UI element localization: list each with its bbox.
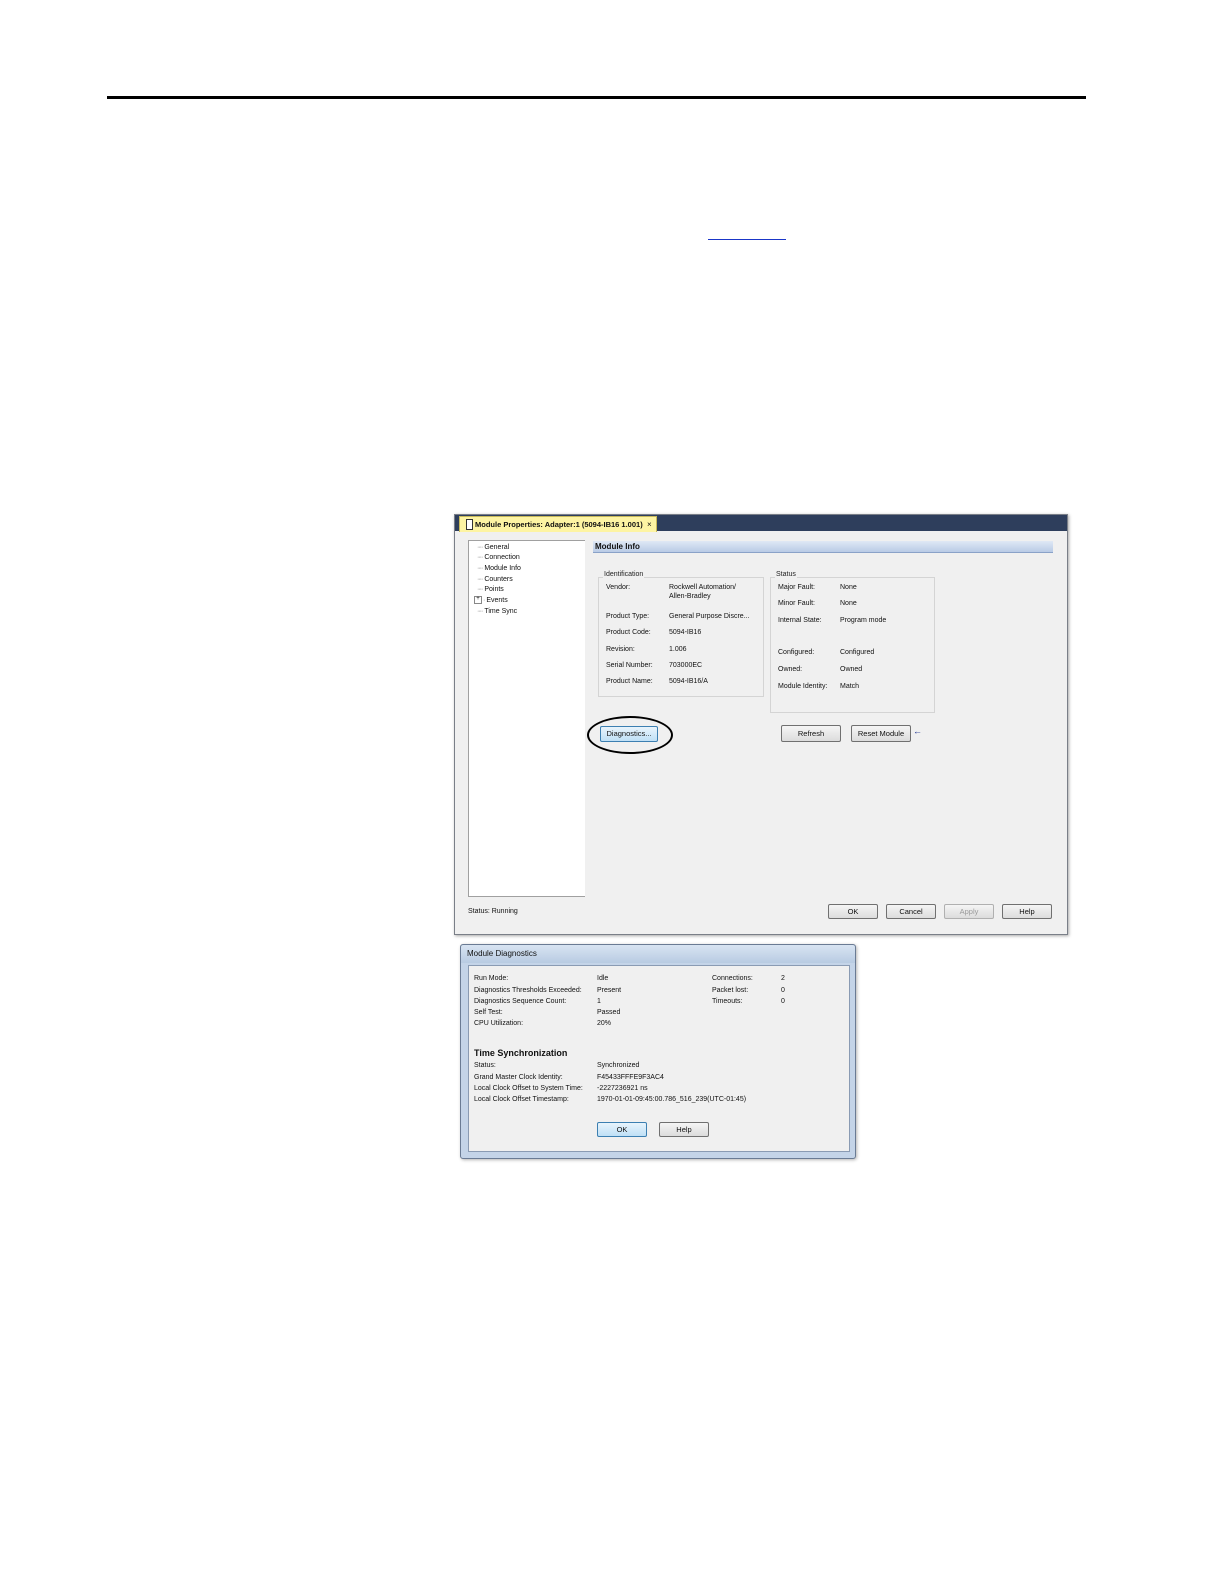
tree-line-icon: ···· bbox=[477, 565, 483, 572]
tree-item-events[interactable]: + · Events bbox=[474, 596, 508, 606]
clock-offset-label: Local Clock Offset to System Time: bbox=[474, 1085, 583, 1092]
sync-status-value: Synchronized bbox=[597, 1062, 640, 1069]
time-sync-heading: Time Synchronization bbox=[474, 1048, 568, 1058]
grand-master-value: F45433FFFE9F3AC4 bbox=[597, 1074, 664, 1081]
tree-item-points[interactable]: ···· Points bbox=[477, 585, 504, 595]
document-link-underline[interactable] bbox=[708, 225, 786, 240]
run-mode-label: Run Mode: bbox=[474, 975, 509, 982]
identification-group-label: Identification bbox=[603, 571, 645, 579]
reset-module-button[interactable]: Reset Module bbox=[851, 725, 911, 742]
thresholds-exceeded-value: Present bbox=[597, 987, 622, 994]
tree-item-label: Module Info bbox=[484, 565, 521, 572]
offset-timestamp-value: 1970-01-01-09:45:00.786_516_239(UTC-01:4… bbox=[597, 1096, 747, 1103]
owned-value: Owned bbox=[840, 666, 863, 673]
tree-item-module-info[interactable]: ···· Module Info bbox=[477, 564, 521, 574]
sync-status-label: Status: bbox=[474, 1062, 496, 1069]
packet-lost-label: Packet lost: bbox=[712, 987, 749, 994]
owned-label: Owned: bbox=[778, 666, 803, 673]
expand-plus-icon[interactable]: + bbox=[474, 596, 482, 605]
diagnostics-title: Module Diagnostics bbox=[467, 949, 537, 958]
module-identity-value: Match bbox=[840, 683, 860, 690]
section-title: Module Info bbox=[593, 541, 1053, 553]
grand-master-label: Grand Master Clock Identity: bbox=[474, 1074, 563, 1081]
tree-item-connection[interactable]: ···· Connection bbox=[477, 553, 520, 563]
product-type-value: General Purpose Discre... bbox=[669, 613, 750, 620]
self-test-value: Passed bbox=[597, 1009, 621, 1016]
tree-item-general[interactable]: ···· General bbox=[477, 543, 509, 553]
tree-line-icon: ···· bbox=[477, 608, 483, 615]
module-identity-label: Module Identity: bbox=[778, 683, 828, 690]
configured-value: Configured bbox=[840, 649, 875, 656]
serial-number-label: Serial Number: bbox=[606, 662, 653, 669]
module-properties-tab[interactable]: Module Properties: Adapter:1 (5094-IB16 … bbox=[459, 516, 657, 532]
status-group bbox=[770, 577, 935, 713]
sequence-count-label: Diagnostics Sequence Count: bbox=[474, 998, 567, 1005]
configured-label: Configured: bbox=[778, 649, 815, 656]
page-header-rule bbox=[107, 96, 1086, 99]
product-name-value: 5094-IB16/A bbox=[669, 678, 708, 685]
tree-item-label: General bbox=[484, 544, 510, 551]
minor-fault-label: Minor Fault: bbox=[778, 600, 815, 607]
clock-offset-value: -2227236921 ns bbox=[597, 1085, 648, 1092]
tree-item-label: Points bbox=[484, 586, 504, 593]
timeouts-label: Timeouts: bbox=[712, 998, 743, 1005]
module-properties-window: Module Properties: Adapter:1 (5094-IB16 … bbox=[454, 514, 1068, 935]
revision-label: Revision: bbox=[606, 646, 635, 653]
close-icon[interactable]: × bbox=[647, 517, 652, 532]
connections-value: 2 bbox=[781, 975, 785, 982]
major-fault-label: Major Fault: bbox=[778, 584, 815, 591]
thresholds-exceeded-label: Diagnostics Thresholds Exceeded: bbox=[474, 987, 582, 994]
diagnostics-ok-button[interactable]: OK bbox=[597, 1122, 647, 1137]
window-titlebar: Module Properties: Adapter:1 (5094-IB16 … bbox=[455, 515, 1067, 532]
internal-state-label: Internal State: bbox=[778, 617, 822, 624]
sequence-count-value: 1 bbox=[597, 998, 601, 1005]
apply-button[interactable]: Apply bbox=[944, 904, 994, 919]
major-fault-value: None bbox=[840, 584, 857, 591]
product-code-value: 5094-IB16 bbox=[669, 629, 702, 636]
tree-line-icon: ···· bbox=[477, 544, 483, 551]
connections-label: Connections: bbox=[712, 975, 753, 982]
module-icon bbox=[466, 519, 473, 530]
self-test-label: Self Test: bbox=[474, 1009, 503, 1016]
tree-item-label: Time Sync bbox=[484, 608, 518, 615]
vendor-label: Vendor: bbox=[606, 584, 631, 591]
packet-lost-value: 0 bbox=[781, 987, 785, 994]
tree-line-icon: ···· bbox=[477, 586, 483, 593]
product-code-label: Product Code: bbox=[606, 629, 651, 636]
arrow-left-icon: ← bbox=[913, 726, 922, 736]
serial-number-value: 703000EC bbox=[669, 662, 703, 669]
cpu-utilization-value: 20% bbox=[597, 1020, 612, 1027]
help-button[interactable]: Help bbox=[1002, 904, 1052, 919]
tree-item-counters[interactable]: ···· Counters bbox=[477, 575, 513, 585]
tree-item-label: Events bbox=[486, 597, 508, 604]
vendor-value: Rockwell Automation/ bbox=[669, 584, 736, 591]
diagnostics-help-button[interactable]: Help bbox=[659, 1122, 709, 1137]
status-group-label: Status bbox=[775, 571, 797, 579]
product-name-label: Product Name: bbox=[606, 678, 653, 685]
minor-fault-value: None bbox=[840, 600, 857, 607]
status-bar-text: Status: Running bbox=[468, 908, 518, 915]
refresh-button[interactable]: Refresh bbox=[781, 725, 841, 742]
tree-item-time-sync[interactable]: ···· Time Sync bbox=[477, 607, 517, 617]
tree-line-icon: ···· bbox=[477, 554, 483, 561]
vendor-value-line2: Allen-Bradley bbox=[669, 593, 711, 600]
cancel-button[interactable]: Cancel bbox=[886, 904, 936, 919]
offset-timestamp-label: Local Clock Offset Timestamp: bbox=[474, 1096, 569, 1103]
tree-item-label: Counters bbox=[484, 576, 513, 583]
tab-title: Module Properties: Adapter:1 (5094-IB16 … bbox=[475, 520, 643, 529]
product-type-label: Product Type: bbox=[606, 613, 650, 620]
timeouts-value: 0 bbox=[781, 998, 785, 1005]
diagnostics-button[interactable]: Diagnostics... bbox=[600, 726, 658, 742]
module-diagnostics-window: Module Diagnostics Run Mode: Idle Diagno… bbox=[460, 944, 856, 1159]
cpu-utilization-label: CPU Utilization: bbox=[474, 1020, 524, 1027]
tree-item-label: Connection bbox=[484, 554, 520, 561]
ok-button[interactable]: OK bbox=[828, 904, 878, 919]
run-mode-value: Idle bbox=[597, 975, 609, 982]
internal-state-value: Program mode bbox=[840, 617, 887, 624]
tree-line-icon: · bbox=[483, 597, 486, 604]
revision-value: 1.006 bbox=[669, 646, 687, 653]
tree-line-icon: ···· bbox=[477, 576, 483, 583]
category-tree: ···· General ···· Connection ···· Module In… bbox=[468, 540, 586, 897]
